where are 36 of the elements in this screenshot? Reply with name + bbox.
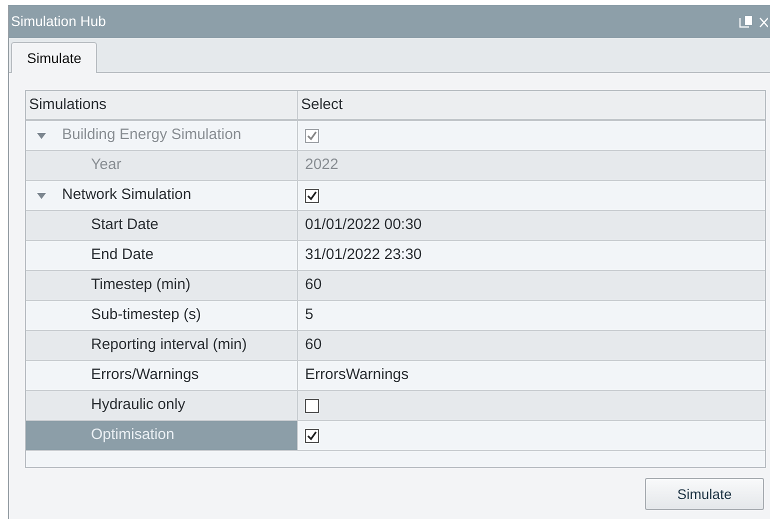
value-text: ErrorsWarnings [305,365,409,386]
value-text: 2022 [305,155,338,176]
value-text: 5 [305,305,314,326]
checkbox[interactable] [305,428,319,442]
property-cell[interactable]: Start Date [26,211,298,240]
property-cell[interactable]: Timestep (min) [26,271,298,300]
property-label: Network Simulation [62,185,192,206]
property-label: Start Date [91,215,159,236]
value-text: 60 [305,335,322,356]
checkmark-icon [307,430,317,440]
property-label: Building Energy Simulation [62,125,242,146]
checkbox[interactable] [305,398,319,412]
value-text: 01/01/2022 00:30 [305,215,422,236]
checkmark-icon [307,130,317,140]
property-label: End Date [91,245,154,266]
tab[interactable]: Simulate [11,42,98,73]
value-text: 31/01/2022 23:30 [305,245,422,266]
property-label: Errors/Warnings [91,365,199,386]
column-header[interactable]: Simulations [26,91,298,119]
property-label: Timestep (min) [91,275,190,296]
checkmark-icon [307,190,317,200]
checkbox[interactable] [305,188,319,202]
column-header[interactable]: Select [298,91,765,119]
close-icon[interactable] [759,16,768,28]
property-cell[interactable]: Reporting interval (min) [26,331,298,360]
property-label: Sub-timestep (s) [91,305,202,326]
simulate-button[interactable]: Simulate [645,478,764,510]
expand-arrow-icon[interactable] [37,192,46,198]
property-label: Hydraulic only [91,395,186,416]
property-label: Reporting interval (min) [91,335,247,356]
restore-icon[interactable] [739,15,753,28]
window-title: Simulation Hub [11,12,106,31]
property-cell[interactable]: Hydraulic only [26,391,298,420]
property-label: Optimisation [91,425,174,446]
value-text: 60 [305,275,322,296]
property-label: Year [91,155,122,176]
